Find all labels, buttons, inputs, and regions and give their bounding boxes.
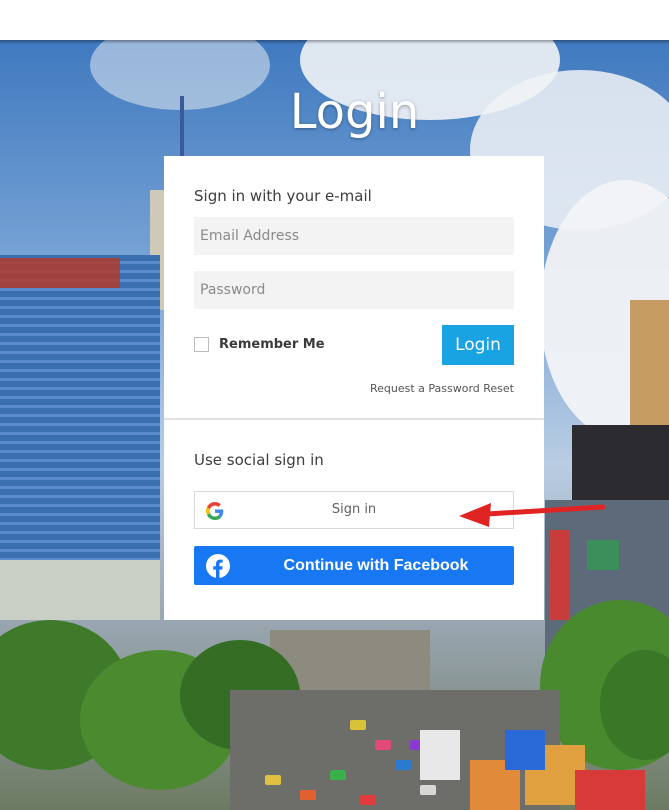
section-divider — [164, 418, 544, 420]
red-arrow-annotation — [459, 503, 605, 527]
email-signin-heading: Sign in with your e-mail — [194, 187, 372, 205]
email-field[interactable] — [194, 217, 514, 255]
login-button[interactable]: Login — [442, 325, 514, 365]
password-reset-link[interactable]: Request a Password Reset — [370, 382, 514, 395]
remember-me[interactable]: Remember Me — [194, 337, 325, 352]
social-signin-heading: Use social sign in — [194, 451, 324, 469]
remember-me-label: Remember Me — [219, 337, 325, 352]
top-bar — [0, 0, 669, 40]
remember-me-checkbox[interactable] — [194, 337, 209, 352]
page-title: Login — [289, 84, 420, 140]
password-field[interactable] — [194, 271, 514, 309]
facebook-signin-label: Continue with Facebook — [283, 557, 469, 574]
login-card: Sign in with your e-mail Remember Me Log… — [164, 156, 544, 620]
facebook-signin-button[interactable]: Continue with Facebook — [194, 546, 514, 585]
hero-top-shadow — [0, 40, 669, 44]
